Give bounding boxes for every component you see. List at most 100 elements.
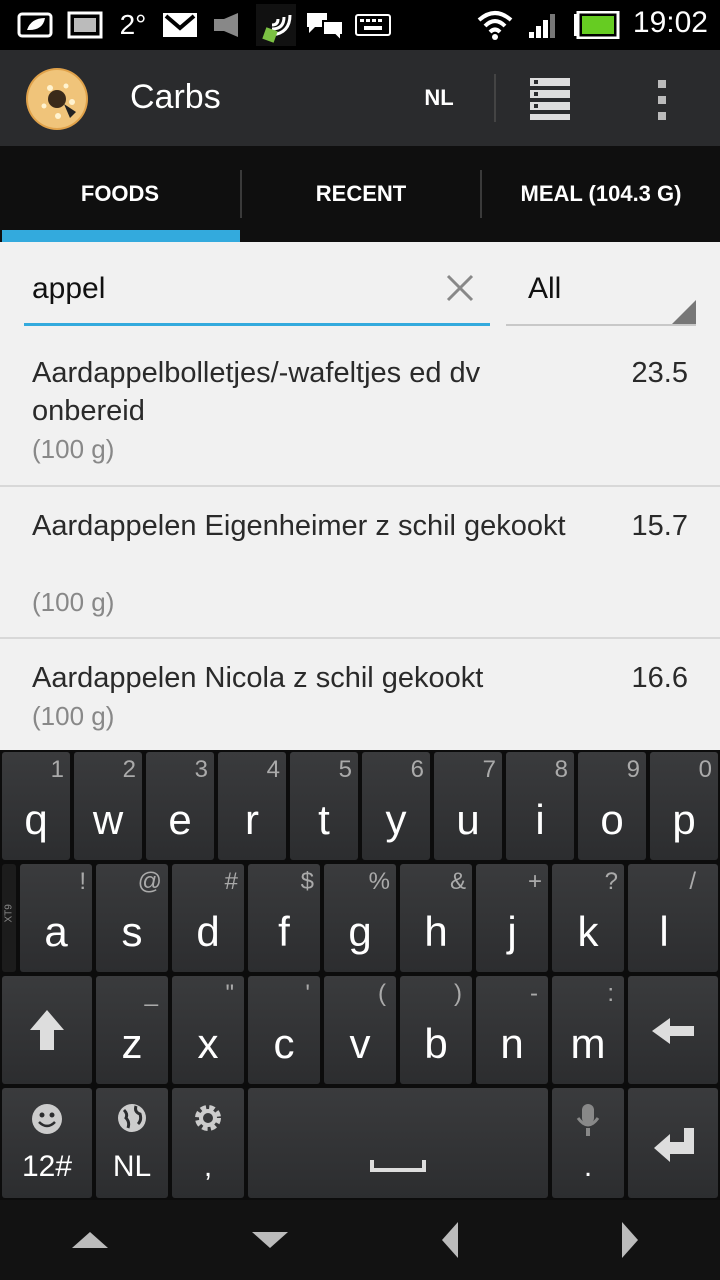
microphone-icon [576,1104,600,1136]
key-z[interactable]: _ z [96,976,168,1084]
key-t[interactable]: 5t [290,752,358,860]
key-s[interactable]: @ s [96,864,168,972]
key-hint: ! [79,868,86,895]
category-filter-select[interactable]: All [506,262,696,326]
status-clock: 19:02 [632,6,708,39]
tab-bar: FOODS RECENT MEAL (104.3 G) [0,146,720,242]
language-key[interactable]: NL [96,1088,168,1198]
app-title: Carbs [130,78,221,116]
enter-arrow-icon [654,1128,694,1162]
key-c[interactable]: ' c [248,976,320,1084]
key-k[interactable]: ? k [552,864,624,972]
key-label: l [659,908,669,955]
backspace-key[interactable] [628,976,718,1084]
key-n[interactable]: -n [476,976,548,1084]
key-label: j [507,908,517,955]
key-j[interactable]: + j [476,864,548,972]
key-r[interactable]: 4r [218,752,286,860]
mic-period-key[interactable]: . [552,1088,624,1198]
enter-key[interactable] [628,1088,718,1198]
clear-search-icon[interactable] [440,268,480,308]
period-label: . [583,1150,593,1183]
key-b[interactable]: ) b [400,976,472,1084]
cursor-right-icon[interactable] [600,1218,660,1262]
gear-icon [195,1105,221,1131]
search-input[interactable]: appel [24,262,490,326]
cursor-down-icon[interactable] [240,1218,300,1262]
nfc-icon [256,4,296,46]
key-e[interactable]: 3e [146,752,214,860]
settings-comma-key[interactable]: , [172,1088,244,1198]
key-g[interactable]: % g [324,864,396,972]
key-o[interactable]: 9o [578,752,646,860]
key-d[interactable]: # d [172,864,244,972]
key-hint: ( [378,980,386,1007]
key-m[interactable]: :m [552,976,624,1084]
key-h[interactable]: & h [400,864,472,972]
key-u[interactable]: 7u [434,752,502,860]
shift-arrow-icon [30,1010,64,1050]
key-hint: $ [300,868,314,895]
food-name: Aardappelen Eigenheimer z schil gekookt [32,510,566,542]
key-y[interactable]: 6y [362,752,430,860]
food-carbs-value: 23.5 [631,357,688,389]
key-f[interactable]: $ f [248,864,320,972]
list-item[interactable]: Aardappelen Eigenheimer z schil gekookt … [0,487,720,637]
key-hint: @ [137,868,162,895]
list-item[interactable]: Aardappelbolletjes/-wafeltjes ed dv onbe… [0,334,720,486]
key-label: g [348,908,372,955]
shift-key[interactable] [2,976,92,1084]
backspace-arrow-icon [652,1018,694,1044]
app-donut-icon[interactable] [24,66,90,132]
tab-foods[interactable]: FOODS [0,146,240,242]
key-v[interactable]: (v [324,976,396,1084]
symbols-label: 12# [21,1150,73,1183]
key-hint: 4 [266,756,280,783]
selected-tab-indicator [2,230,240,242]
list-view-icon[interactable] [520,68,584,128]
key-label: u [456,796,480,843]
food-portion: (100 g) [32,587,115,617]
key-w[interactable]: 2w [74,752,142,860]
key-l[interactable]: / l [628,864,718,972]
key-hint: : [607,980,614,1007]
leaf-cloud-icon [16,8,56,42]
key-label: q [24,796,48,843]
cursor-left-icon[interactable] [420,1218,480,1262]
key-i[interactable]: 8i [506,752,574,860]
gmail-icon [160,8,200,42]
key-x[interactable]: " x [172,976,244,1084]
xt9-toggle[interactable]: XT9 [2,864,16,972]
space-key[interactable] [248,1088,548,1198]
image-icon [66,8,104,42]
content-area: appel All Aardappelbolletjes/-wafeltjes … [0,242,720,750]
language-button[interactable]: NL [410,50,468,146]
tab-recent[interactable]: RECENT [242,146,480,242]
keyboard-icon [354,8,392,42]
key-label: z [121,1020,143,1067]
key-hint: ? [604,868,618,895]
key-hint: 5 [338,756,352,783]
tab-meal[interactable]: MEAL (104.3 G) [482,146,720,242]
symbols-key[interactable]: 12# [2,1088,92,1198]
key-hint: ) [454,980,462,1007]
key-hint: # [224,868,238,895]
key-hint: + [527,868,542,895]
wifi-icon [476,8,514,42]
key-label: t [318,796,330,843]
key-p[interactable]: 0p [650,752,718,860]
chat-icon [304,8,346,42]
key-label: e [168,796,192,843]
key-hint: % [368,868,390,895]
key-q[interactable]: 1q [2,752,70,860]
overflow-menu-icon[interactable] [640,68,688,128]
key-hint: 3 [194,756,208,783]
key-label: y [385,796,407,843]
key-label: o [600,796,624,843]
key-hint: / [689,868,696,895]
key-a[interactable]: ! a [20,864,92,972]
key-label: v [349,1020,371,1067]
search-row: appel All [0,242,720,334]
cursor-up-icon[interactable] [60,1218,120,1262]
list-item[interactable]: Aardappelen Nicola z schil gekookt 16.6 … [0,639,720,750]
